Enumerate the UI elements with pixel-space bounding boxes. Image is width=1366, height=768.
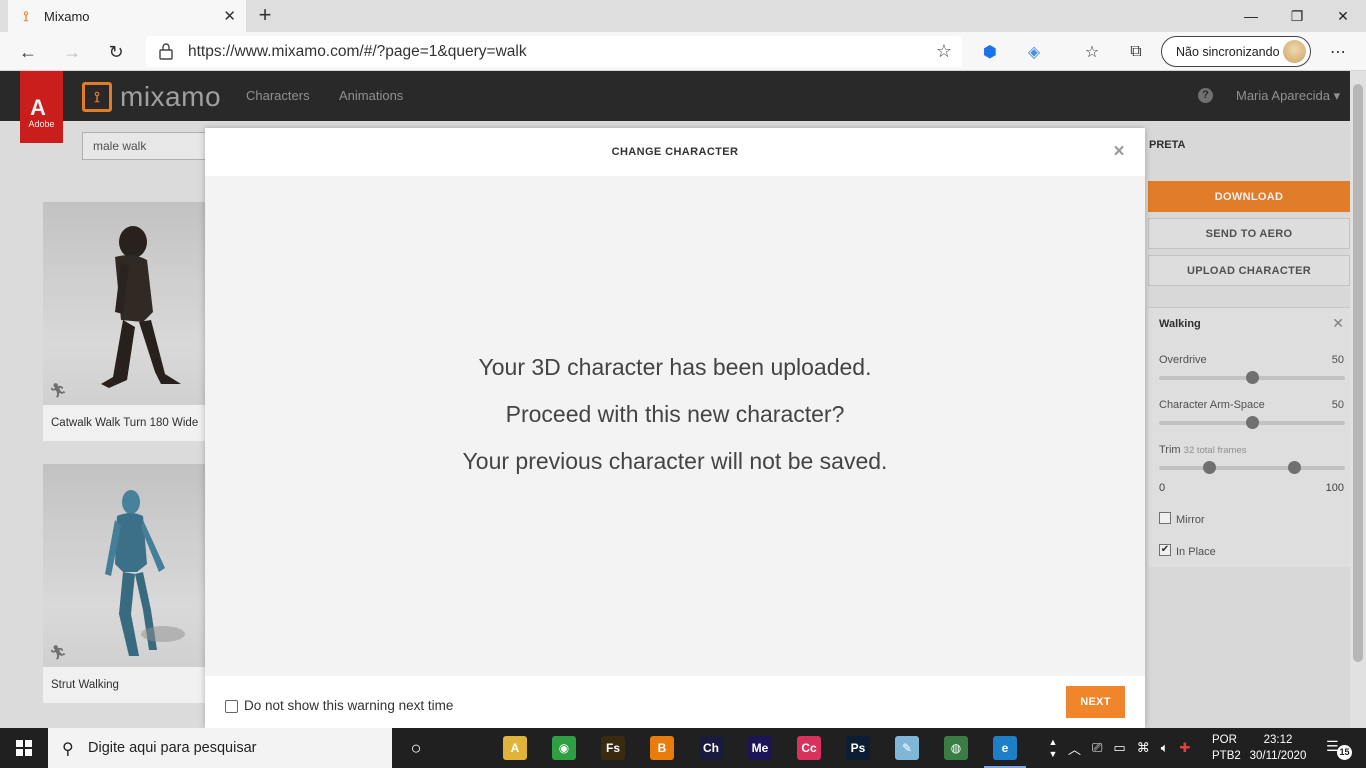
tab-title: Mixamo bbox=[44, 8, 90, 24]
volume-icon[interactable]: 🔈︎ bbox=[1161, 740, 1169, 756]
close-window-button[interactable]: ✕ bbox=[1320, 0, 1366, 32]
mixamo-favicon-icon: ⟟ bbox=[23, 7, 29, 24]
chrome-icon[interactable]: ◍ bbox=[944, 736, 968, 760]
browser-tab-strip: ⟟ Mixamo ✕ + — ❐ ✕ bbox=[0, 0, 1366, 32]
creative-cloud-icon[interactable]: Cc bbox=[797, 736, 821, 760]
change-character-dialog: CHANGE CHARACTER × Your 3D character has… bbox=[205, 128, 1145, 728]
browser-toolbar: ← → ↻ https://www.mixamo.com/#/?page=1&q… bbox=[0, 32, 1366, 71]
windows-logo-icon bbox=[16, 740, 32, 756]
show-hidden-icons-icon[interactable]: ︿ bbox=[1068, 739, 1081, 758]
clock-date: 30/11/2020 bbox=[1249, 750, 1307, 762]
lock-icon bbox=[159, 43, 173, 60]
notes-icon[interactable]: ✎ bbox=[895, 736, 919, 760]
input-language[interactable]: POR PTB2 bbox=[1212, 732, 1241, 764]
taskbar-scroll-arrows[interactable]: ▲ ▼ bbox=[1046, 728, 1060, 768]
mixamo-page: ⟟ mixamo Characters Animations ? Maria A… bbox=[0, 71, 1366, 728]
restore-button[interactable]: ❐ bbox=[1274, 0, 1320, 32]
clock-time: 23:12 bbox=[1263, 734, 1293, 746]
profile-label: Não sincronizando bbox=[1176, 44, 1280, 59]
windows-taskbar: ⚲ Digite aqui para pesquisar ○ A ◉ Fs B Ch Me… bbox=[0, 728, 1366, 768]
dialog-footer: Do not show this warning next time NEXT bbox=[205, 676, 1145, 728]
taskbar-search-placeholder: Digite aqui para pesquisar bbox=[88, 740, 257, 756]
notifications-button[interactable]: ☰ 15 bbox=[1326, 738, 1352, 760]
extension-diamond-icon[interactable]: ◈ bbox=[1022, 40, 1046, 64]
dialog-header: CHANGE CHARACTER × bbox=[205, 128, 1145, 176]
dialog-title: CHANGE CHARACTER bbox=[611, 146, 739, 158]
forward-button[interactable]: → bbox=[58, 38, 86, 66]
network-icon[interactable]: ⌘ bbox=[1137, 740, 1150, 756]
refresh-button[interactable]: ↻ bbox=[102, 38, 130, 66]
next-button[interactable]: NEXT bbox=[1066, 686, 1125, 718]
android-icon[interactable]: A bbox=[503, 736, 527, 760]
dont-show-again-label[interactable]: Do not show this warning next time bbox=[244, 698, 453, 713]
meet-now-icon[interactable]: ⎚ bbox=[1092, 740, 1102, 756]
browser-tab[interactable]: ⟟ Mixamo ✕ bbox=[8, 0, 246, 32]
dialog-message-line: Your previous character will not be save… bbox=[462, 448, 888, 474]
battery-icon[interactable]: ▭ bbox=[1113, 740, 1125, 756]
taskbar-search-box[interactable]: ⚲ Digite aqui para pesquisar bbox=[48, 728, 392, 768]
dont-show-again-checkbox[interactable] bbox=[225, 700, 238, 713]
close-dialog-icon[interactable]: × bbox=[1114, 141, 1126, 163]
system-clock[interactable]: 23:12 30/11/2020 bbox=[1248, 732, 1308, 764]
character-animator-icon[interactable]: Ch bbox=[699, 736, 723, 760]
new-tab-button[interactable]: + bbox=[254, 4, 276, 26]
back-button[interactable]: ← bbox=[14, 38, 42, 66]
favorite-star-icon[interactable]: ☆ bbox=[936, 41, 952, 62]
cortana-icon[interactable]: ○ bbox=[404, 736, 428, 760]
task-view-icon[interactable] bbox=[452, 736, 476, 760]
close-tab-icon[interactable]: ✕ bbox=[223, 7, 236, 25]
keyboard-layout: PTB2 bbox=[1212, 750, 1241, 762]
dialog-message-line: Proceed with this new character? bbox=[505, 401, 845, 427]
media-encoder-icon[interactable]: Me bbox=[748, 736, 772, 760]
start-button[interactable] bbox=[0, 728, 48, 768]
extension-hex-icon[interactable]: ⬢ bbox=[978, 40, 1002, 64]
address-bar[interactable]: https://www.mixamo.com/#/?page=1&query=w… bbox=[146, 36, 962, 67]
notifications-count: 15 bbox=[1337, 745, 1352, 760]
minimize-button[interactable]: — bbox=[1228, 0, 1274, 32]
collections-icon[interactable]: ⧉ bbox=[1124, 40, 1148, 64]
favorites-icon[interactable]: ☆ bbox=[1080, 40, 1104, 64]
dialog-message-line: Your 3D character has been uploaded. bbox=[478, 354, 872, 380]
system-tray: ︿ ⎚ ▭ ⌘ 🔈︎ ✚ bbox=[1068, 728, 1190, 768]
url-text: https://www.mixamo.com/#/?page=1&query=w… bbox=[188, 42, 527, 60]
maps-icon[interactable]: ◉ bbox=[552, 736, 576, 760]
profile-button[interactable]: Não sincronizando bbox=[1161, 36, 1311, 67]
fuse-icon[interactable]: Fs bbox=[601, 736, 625, 760]
search-icon: ⚲ bbox=[62, 741, 74, 758]
security-icon[interactable]: ✚ bbox=[1180, 740, 1191, 756]
avatar bbox=[1283, 40, 1306, 63]
dialog-body: Your 3D character has been uploaded. Pro… bbox=[205, 176, 1145, 676]
blender-icon[interactable]: B bbox=[650, 736, 674, 760]
language-code: POR bbox=[1212, 734, 1237, 746]
edge-icon[interactable]: e bbox=[993, 736, 1017, 760]
photoshop-icon[interactable]: Ps bbox=[846, 736, 870, 760]
more-menu-icon[interactable]: ⋯ bbox=[1326, 40, 1350, 64]
